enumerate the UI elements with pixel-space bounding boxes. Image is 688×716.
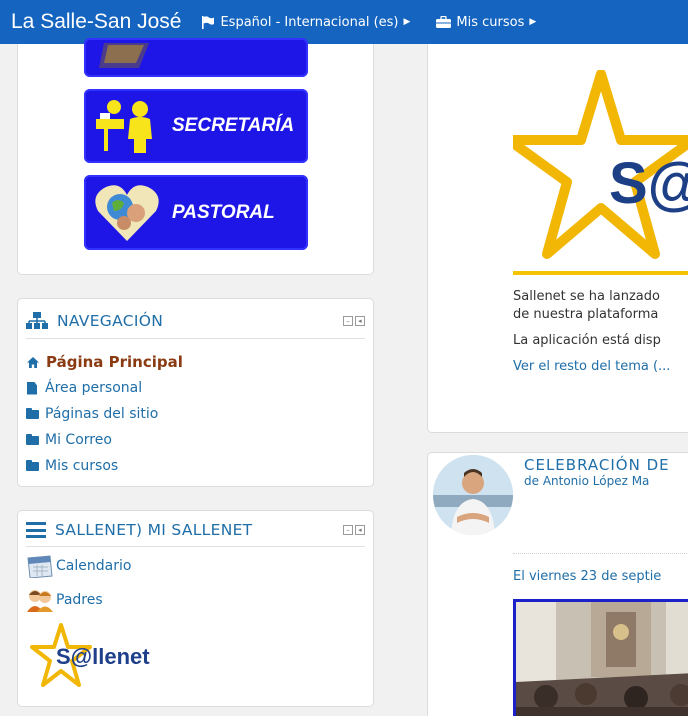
author-avatar[interactable] (433, 455, 513, 535)
calendar-icon (27, 555, 53, 578)
caret-right-icon: ▶ (529, 17, 537, 27)
divider (26, 546, 365, 547)
sallenet-title: SALLENET) MI SALLENET (55, 521, 253, 539)
site-brand[interactable]: La Salle-San José (0, 10, 181, 34)
nav-label: Área personal (45, 380, 143, 396)
secretaria-label: SECRETARÍA (172, 115, 295, 136)
menu-icon (26, 522, 46, 538)
sallenet-list: Calendario Padres (26, 549, 365, 617)
flag-icon (202, 15, 215, 29)
sallenet-label: Padres (56, 592, 103, 608)
courses-menu[interactable]: Mis cursos ▶ (436, 15, 536, 30)
news-block: S@ Sallenet se ha lanzado de nuestra pla… (427, 44, 688, 433)
news-line: Sallenet se ha lanzado (513, 289, 660, 304)
navigation-block: NAVEGACIÓN – ◂ Página Principal Área per… (17, 298, 374, 487)
language-menu[interactable]: Español - Internacional (es) ▶ (201, 15, 410, 30)
divider (26, 338, 365, 339)
folder-icon (26, 433, 39, 445)
secretary-desk-icon (96, 100, 152, 153)
navigation-list: Página Principal Área personal Páginas d… (26, 349, 365, 479)
sallenet-item-padres[interactable]: Padres (26, 583, 365, 617)
sitemap-icon (26, 312, 48, 329)
folder-icon (26, 459, 39, 471)
nav-item-area-personal[interactable]: Área personal (26, 375, 365, 401)
caret-right-icon: ▶ (403, 17, 411, 27)
post-photo[interactable] (513, 599, 688, 716)
sallenet-big-logo: S@ (504, 69, 688, 264)
nav-label: Mi Correo (45, 432, 112, 448)
author-photo (433, 455, 513, 535)
sallenet-header: SALLENET) MI SALLENET – ◂ (26, 521, 365, 539)
sallenet-logo[interactable]: S@llenet (30, 623, 365, 691)
navigation-title: NAVEGACIÓN (57, 312, 164, 330)
secretaria-tile[interactable]: SECRETARÍA (84, 89, 308, 163)
block-controls: – ◂ (343, 316, 365, 326)
post-author: de Antonio López Ma (524, 474, 650, 488)
collapse-icon[interactable]: – (343, 316, 353, 326)
post-block: CELEBRACIÓN DE de Antonio López Ma El vi… (427, 452, 688, 716)
gold-divider (513, 271, 688, 275)
news-logo-text: S@ (609, 151, 688, 216)
nav-item-home[interactable]: Página Principal (26, 349, 365, 375)
navigation-header: NAVEGACIÓN – ◂ (26, 312, 365, 330)
pastoral-label: PASTORAL (172, 201, 275, 223)
sallenet-logo-text: S@llenet (56, 644, 150, 669)
collapse-icon[interactable]: – (343, 525, 353, 535)
home-icon (27, 356, 39, 368)
news-line: de nuestra plataforma (513, 307, 659, 322)
sallenet-block: SALLENET) MI SALLENET – ◂ Calendario Pad… (17, 510, 374, 707)
pastoral-tile[interactable]: PASTORAL (84, 175, 308, 250)
read-more-link[interactable]: Ver el resto del tema (... (513, 358, 670, 376)
news-line: La aplicación está disp (513, 333, 661, 348)
briefcase-icon (436, 16, 452, 28)
dock-icon[interactable]: ◂ (355, 316, 365, 326)
nav-item-mis-cursos[interactable]: Mis cursos (26, 453, 365, 479)
post-text: El viernes 23 de septie (513, 569, 662, 584)
sallenet-label: Calendario (56, 558, 132, 574)
heart-globe-icon (95, 184, 159, 241)
file-icon (27, 381, 37, 395)
image-links-block: SECRETARÍA PASTORAL (17, 38, 374, 275)
parents-icon (27, 590, 53, 612)
nav-label: Mis cursos (45, 458, 119, 474)
sallenet-item-calendario[interactable]: Calendario (26, 549, 365, 583)
nav-item-paginas-sitio[interactable]: Páginas del sitio (26, 401, 365, 427)
block-controls: – ◂ (343, 525, 365, 535)
library-icon (99, 42, 149, 68)
library-tile[interactable] (84, 38, 308, 77)
folder-icon (26, 407, 39, 419)
courses-label: Mis cursos (456, 14, 525, 30)
nav-label: Página Principal (46, 353, 183, 371)
news-body: Sallenet se ha lanzado de nuestra plataf… (513, 288, 670, 384)
church-photo (516, 602, 688, 716)
post-divider (513, 553, 688, 554)
post-title[interactable]: CELEBRACIÓN DE (524, 456, 670, 474)
nav-label: Páginas del sitio (45, 406, 159, 422)
language-label: Español - Internacional (es) (220, 14, 399, 30)
nav-item-mi-correo[interactable]: Mi Correo (26, 427, 365, 453)
dock-icon[interactable]: ◂ (355, 525, 365, 535)
